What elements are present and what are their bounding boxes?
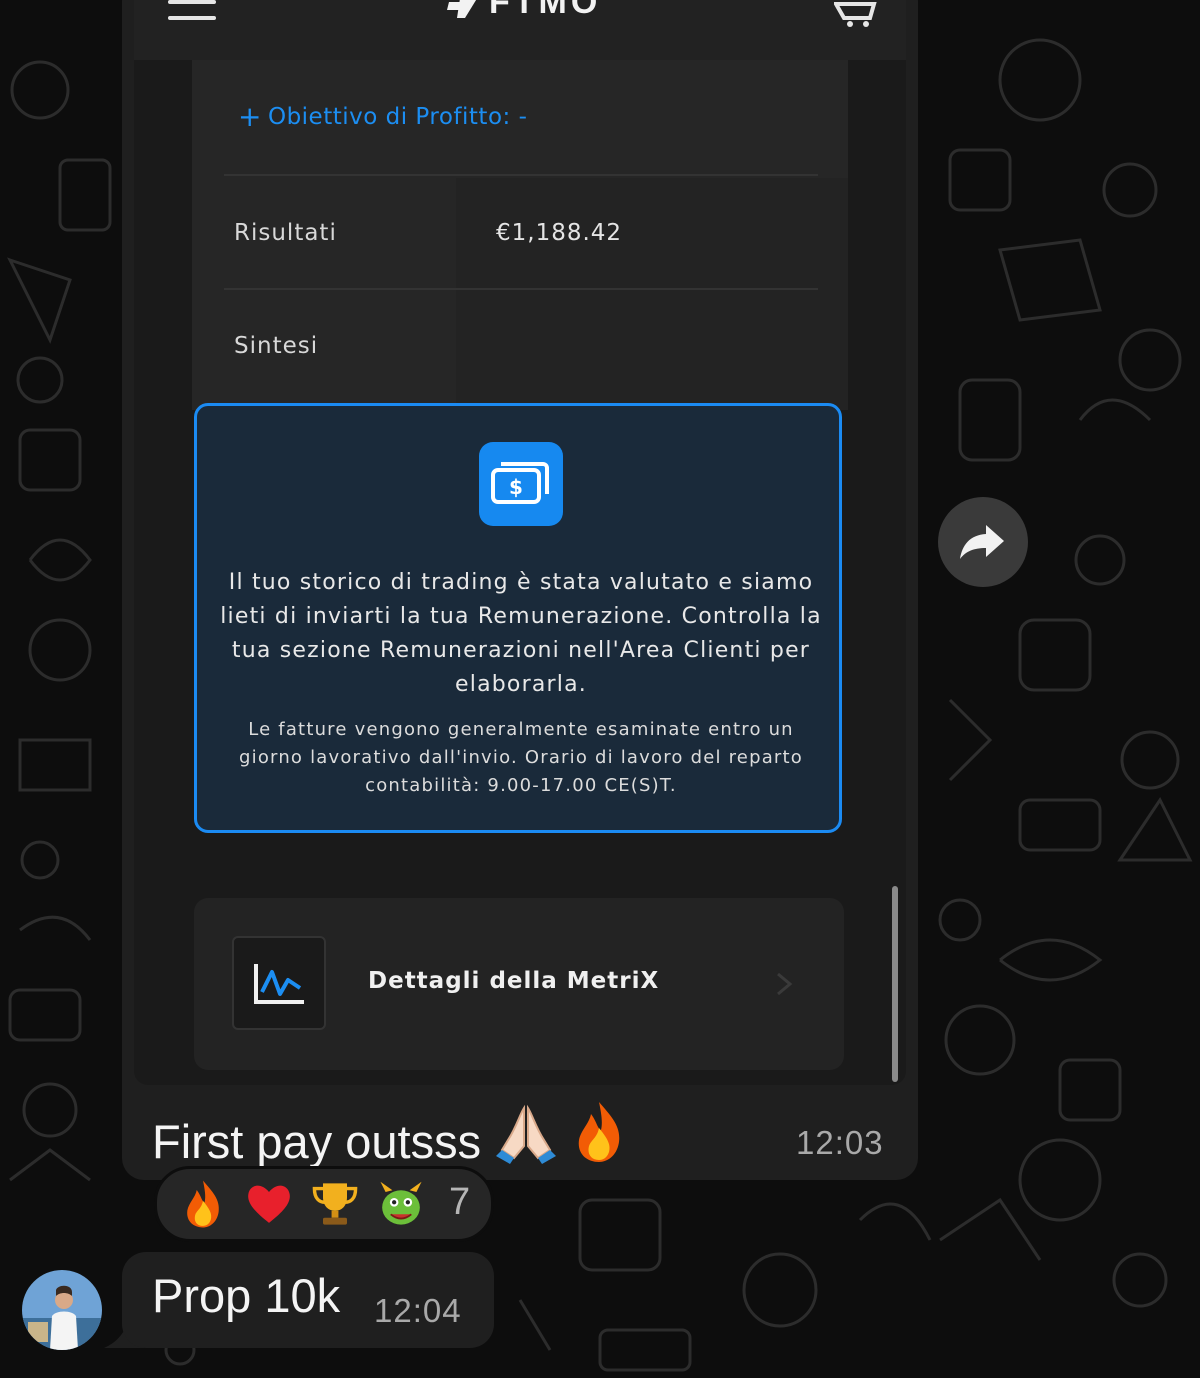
message-timestamp: 12:04 (374, 1292, 462, 1329)
menu-icon (168, 0, 216, 26)
profit-target-label: + Obiettivo di Profitto: - (238, 100, 527, 133)
cart-icon (834, 2, 877, 27)
praying-hands-icon (494, 1100, 558, 1175)
results-label: Risultati (234, 220, 337, 246)
payout-message: Il tuo storico di trading è stata valuta… (220, 570, 822, 697)
forward-arrow-icon (960, 525, 1004, 559)
message-timestamp: 12:03 (796, 1124, 884, 1161)
message-text: Prop 10k (152, 1269, 341, 1322)
app-header: FTMO (134, 0, 906, 60)
row-divider (224, 174, 818, 176)
metrix-details-link[interactable]: Dettagli della MetriX (194, 898, 844, 1070)
chevron-right-icon (777, 972, 793, 996)
reaction-count: 7 (449, 1181, 471, 1223)
fire-icon (571, 1100, 627, 1175)
plus-icon: + (238, 100, 262, 133)
svg-text:$: $ (509, 475, 523, 499)
value-column-background (456, 178, 848, 410)
results-value: €1,188.42 (496, 220, 623, 246)
money-icon: $ (479, 442, 563, 526)
line-chart-icon (232, 936, 326, 1030)
caption-text: First pay outsss (152, 1115, 482, 1168)
trophy-reaction-icon[interactable] (311, 1179, 359, 1229)
invoice-note: Le fatture vengono generalmente esaminat… (239, 719, 803, 796)
profit-target-text: Obiettivo di Profitto: - (267, 104, 528, 130)
payout-info-box: $ Il tuo storico di trading è stata valu… (194, 403, 842, 833)
message-caption: First pay outsss (152, 1100, 627, 1175)
dragon-reaction-icon[interactable] (377, 1179, 425, 1229)
summary-label: Sintesi (234, 333, 319, 359)
ftmo-logo: FTMO (439, 0, 601, 22)
reactions-bar[interactable]: 7 (154, 1166, 494, 1242)
shared-screenshot-image[interactable]: FTMO + Obiettivo di Profitto: - Risultati… (134, 0, 906, 1085)
ftmo-logo-mark-icon (447, 0, 477, 18)
heart-reaction-icon[interactable] (245, 1179, 293, 1229)
row-divider (224, 288, 818, 290)
logo-text: FTMO (489, 0, 602, 21)
trading-summary-card: + Obiettivo di Profitto: - Risultati €1,1… (192, 60, 848, 410)
sender-avatar[interactable] (22, 1270, 102, 1350)
fire-reaction-icon[interactable] (179, 1179, 227, 1229)
metrix-details-label: Dettagli della MetriX (368, 968, 660, 994)
scrollbar (892, 886, 898, 1082)
forward-button[interactable] (938, 497, 1028, 587)
